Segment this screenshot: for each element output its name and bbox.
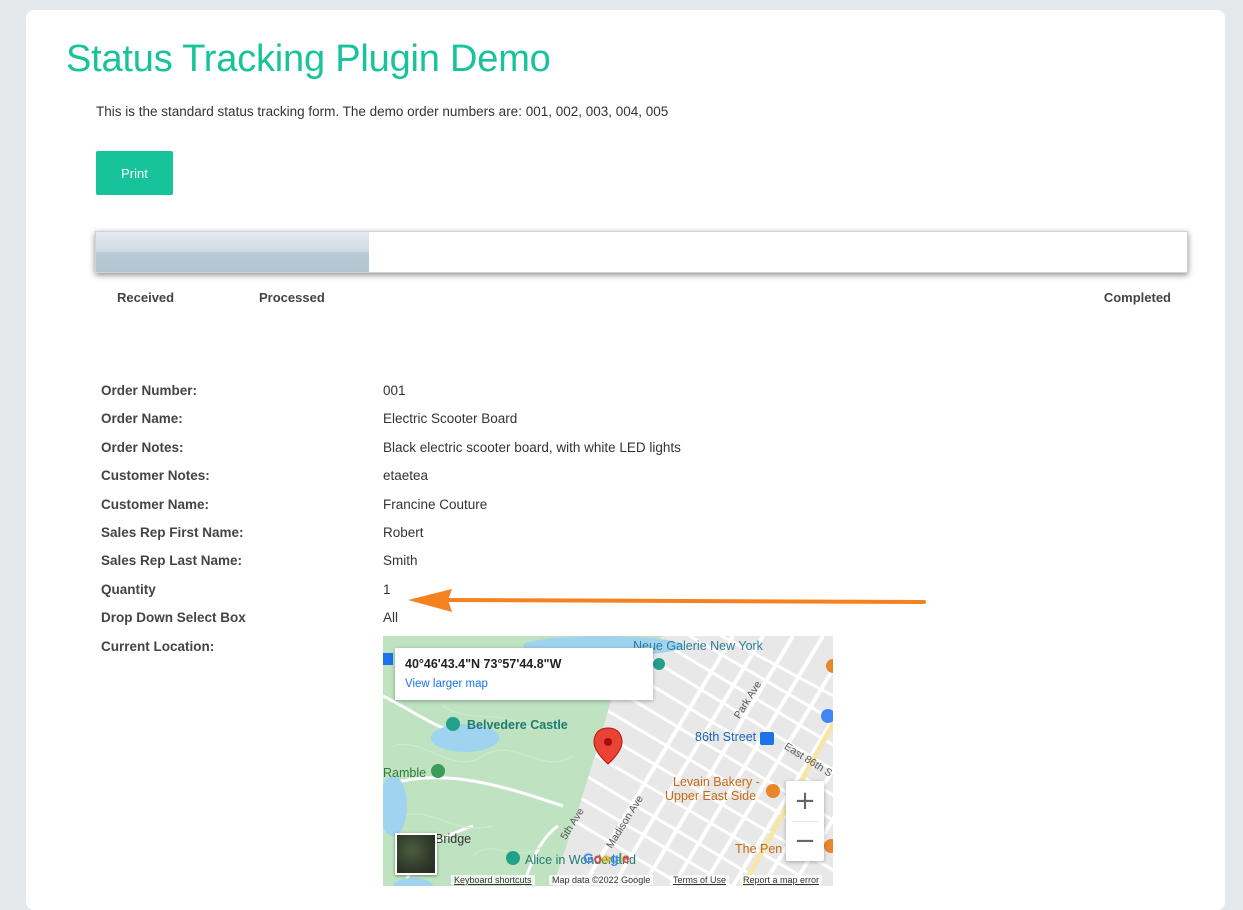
detail-row-order-notes: Order Notes: Black electric scooter boar…: [101, 440, 901, 468]
detail-label: Order Notes:: [101, 439, 184, 455]
detail-label: Order Name:: [101, 411, 183, 427]
map-label-levain: Levain Bakery -: [673, 775, 760, 789]
detail-label: Customer Notes:: [101, 468, 210, 484]
detail-row-dropdown: Drop Down Select Box All: [101, 610, 901, 638]
stage-completed-label: Completed: [1103, 290, 1171, 305]
map-attribution: Keyboard shortcuts Map data ©2022 Google…: [383, 872, 833, 886]
map-data-text: Map data ©2022 Google: [549, 875, 654, 885]
satellite-toggle[interactable]: [395, 833, 437, 875]
stage-received-label: Received: [117, 290, 175, 305]
detail-label: Sales Rep Last Name:: [101, 553, 243, 569]
detail-label: Current Location:: [101, 638, 215, 654]
stage-processed-label: Processed: [259, 290, 325, 305]
detail-row-order-name: Order Name: Electric Scooter Board: [101, 411, 901, 439]
detail-label: Drop Down Select Box: [101, 610, 246, 626]
page-title: Status Tracking Plugin Demo: [66, 38, 551, 80]
map-label-levain-2: Upper East Side: [665, 789, 757, 803]
map-info-window: 40°46'43.4"N 73°57'44.8"W View larger ma…: [395, 648, 653, 700]
report-map-error-link[interactable]: Report a map error: [740, 875, 823, 885]
map-label-bridge: Bridge: [435, 832, 472, 846]
detail-label: Customer Name:: [101, 496, 210, 512]
map-label-the-pen: The Pen: [735, 842, 783, 856]
detail-value: 1: [383, 581, 391, 597]
map-zoom-control: + −: [786, 781, 824, 861]
detail-label: Quantity: [101, 581, 156, 597]
detail-row-order-number: Order Number: 001: [101, 383, 901, 411]
detail-value: Black electric scooter board, with white…: [383, 439, 681, 455]
google-logo: Google: [583, 850, 630, 866]
location-map[interactable]: Neue Galerie New York Belvedere Castle 8…: [383, 636, 833, 886]
detail-row-sales-rep-first: Sales Rep First Name: Robert: [101, 525, 901, 553]
main-card: Status Tracking Plugin Demo This is the …: [26, 10, 1225, 910]
status-progress-bar: [95, 231, 1188, 273]
detail-value: etaetea: [383, 468, 429, 484]
keyboard-shortcuts-link[interactable]: Keyboard shortcuts: [451, 875, 535, 885]
detail-value: 001: [383, 383, 406, 398]
detail-value: Smith: [383, 553, 418, 569]
detail-row-customer-name: Customer Name: Francine Couture: [101, 497, 901, 525]
detail-value: Francine Couture: [383, 496, 488, 512]
detail-row-sales-rep-last: Sales Rep Last Name: Smith: [101, 553, 901, 581]
progress-fill: [96, 232, 369, 272]
detail-value: Robert: [383, 524, 424, 540]
map-coordinates: 40°46'43.4"N 73°57'44.8"W: [405, 657, 562, 671]
map-label-ramble: Ramble: [383, 766, 427, 780]
detail-value: All: [383, 610, 399, 626]
print-button[interactable]: Print: [96, 151, 173, 195]
annotation-arrow: [408, 589, 926, 612]
detail-label: Order Number:: [101, 383, 198, 398]
terms-of-use-link[interactable]: Terms of Use: [670, 875, 730, 885]
order-details: Order Number: 001 Order Name: Electric S…: [101, 383, 901, 667]
zoom-out-button[interactable]: −: [786, 821, 824, 861]
zoom-in-button[interactable]: +: [786, 781, 824, 821]
intro-text: This is the standard status tracking for…: [96, 104, 669, 119]
view-larger-map-link[interactable]: View larger map: [405, 678, 488, 690]
detail-row-customer-notes: Customer Notes: etaetea: [101, 468, 901, 496]
map-label-86th-street: 86th Street: [695, 730, 757, 744]
map-label-belvedere: Belvedere Castle: [467, 718, 568, 732]
detail-value: Electric Scooter Board: [383, 411, 518, 427]
detail-label: Sales Rep First Name:: [101, 524, 244, 540]
